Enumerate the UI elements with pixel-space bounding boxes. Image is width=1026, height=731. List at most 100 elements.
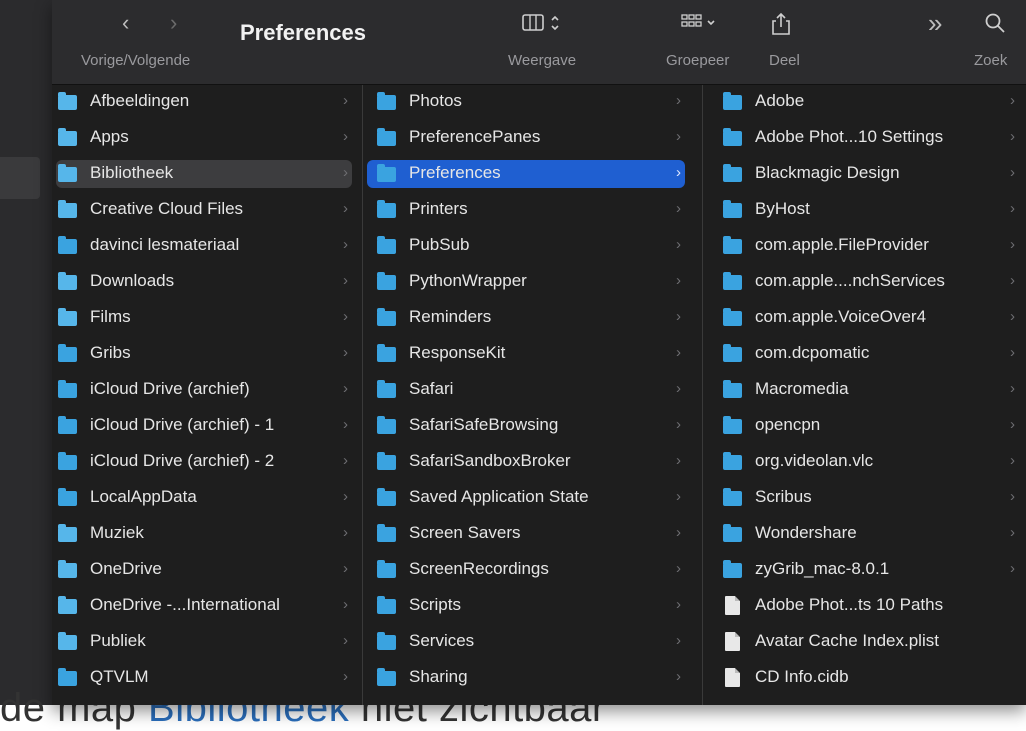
item-label: opencpn — [755, 415, 821, 434]
list-item[interactable]: LocalAppData › — [56, 484, 352, 512]
folder-icon — [377, 524, 396, 542]
list-item[interactable]: com.apple.VoiceOver4 › — [707, 304, 1019, 332]
list-item[interactable]: QTVLM › — [56, 664, 352, 692]
list-item[interactable]: ByHost › — [707, 196, 1019, 224]
chevron-right-icon: › — [343, 416, 348, 433]
list-item[interactable]: Macromedia › — [707, 376, 1019, 404]
folder-icon — [377, 632, 396, 650]
item-label: PubSub — [409, 235, 470, 254]
list-item[interactable]: com.apple....nchServices › — [707, 268, 1019, 296]
list-item[interactable]: Bibliotheek › — [56, 160, 352, 188]
chevron-right-icon: › — [676, 416, 681, 433]
chevron-right-icon: › — [676, 236, 681, 253]
list-item[interactable]: Muziek › — [56, 520, 352, 548]
list-item[interactable]: Photos › — [367, 88, 685, 116]
chevron-right-icon: › — [343, 668, 348, 685]
list-item[interactable]: Avatar Cache Index.plist — [707, 628, 1019, 656]
list-item[interactable]: Scripts › — [367, 592, 685, 620]
chevron-right-icon: › — [676, 344, 681, 361]
item-label: ResponseKit — [409, 343, 506, 362]
background-selection — [0, 157, 40, 199]
list-item[interactable]: OneDrive -...International › — [56, 592, 352, 620]
list-item[interactable]: iCloud Drive (archief) - 1 › — [56, 412, 352, 440]
item-label: zyGrib_mac-8.0.1 — [755, 559, 890, 578]
item-label: iCloud Drive (archief) - 2 — [90, 451, 275, 470]
forward-icon[interactable]: › — [170, 10, 177, 36]
file-icon — [725, 632, 740, 651]
list-item[interactable]: Printers › — [367, 196, 685, 224]
list-item[interactable]: Creative Cloud Files › — [56, 196, 352, 224]
chevron-right-icon: › — [343, 524, 348, 541]
window-title: Preferences — [240, 20, 366, 45]
item-label: Adobe Phot...10 Settings — [755, 127, 944, 146]
list-item[interactable]: Afbeeldingen › — [56, 88, 352, 116]
list-item[interactable]: Publiek › — [56, 628, 352, 656]
list-item[interactable]: Saved Application State › — [367, 484, 685, 512]
chevron-right-icon: › — [343, 236, 348, 253]
list-item[interactable]: com.dcpomatic › — [707, 340, 1019, 368]
folder-icon — [723, 380, 742, 398]
music-folder-icon — [58, 524, 77, 542]
chevron-right-icon: › — [343, 164, 348, 181]
more-icon[interactable]: » — [928, 8, 942, 39]
list-item[interactable]: Preferences › — [367, 160, 685, 188]
list-item[interactable]: Screen Savers › — [367, 520, 685, 548]
file-icon — [725, 596, 740, 615]
list-item[interactable]: PreferencePanes › — [367, 124, 685, 152]
list-item[interactable]: Blackmagic Design › — [707, 160, 1019, 188]
chevron-right-icon: › — [1010, 488, 1015, 505]
item-label: com.dcpomatic — [755, 343, 870, 362]
chevron-right-icon: › — [1010, 560, 1015, 577]
list-item[interactable]: Downloads › — [56, 268, 352, 296]
list-item[interactable]: SafariSafeBrowsing › — [367, 412, 685, 440]
list-item[interactable]: Safari › — [367, 376, 685, 404]
list-item[interactable]: com.apple.FileProvider › — [707, 232, 1019, 260]
folder-icon — [723, 308, 742, 326]
list-item[interactable]: zyGrib_mac-8.0.1 › — [707, 556, 1019, 584]
list-item[interactable]: CD Info.cidb — [707, 664, 1019, 692]
item-label: Adobe Phot...ts 10 Paths — [755, 595, 944, 614]
chevron-right-icon: › — [1010, 344, 1015, 361]
list-item[interactable]: ScreenRecordings › — [367, 556, 685, 584]
item-label: Afbeeldingen — [90, 91, 190, 110]
folder-icon — [723, 200, 742, 218]
list-item[interactable]: Adobe › — [707, 88, 1019, 116]
item-label: Blackmagic Design — [755, 163, 900, 182]
list-item[interactable]: opencpn › — [707, 412, 1019, 440]
chevron-right-icon: › — [676, 596, 681, 613]
apps-folder-icon — [58, 128, 77, 146]
list-item[interactable]: Scribus › — [707, 484, 1019, 512]
list-item[interactable]: Reminders › — [367, 304, 685, 332]
list-item[interactable]: iCloud Drive (archief) › — [56, 376, 352, 404]
item-label: Adobe — [755, 91, 805, 110]
list-item[interactable]: iCloud Drive (archief) - 2 › — [56, 448, 352, 476]
chevron-right-icon: › — [1010, 164, 1015, 181]
search-icon[interactable] — [984, 12, 1006, 40]
list-item[interactable]: Gribs › — [56, 340, 352, 368]
downloads-folder-icon — [58, 272, 77, 290]
list-item[interactable]: PythonWrapper › — [367, 268, 685, 296]
column-view-icon[interactable] — [522, 12, 566, 40]
list-item[interactable]: davinci lesmateriaal › — [56, 232, 352, 260]
list-item[interactable]: Apps › — [56, 124, 352, 152]
list-item[interactable]: Adobe Phot...10 Settings › — [707, 124, 1019, 152]
list-item[interactable]: SafariSandboxBroker › — [367, 448, 685, 476]
chevron-right-icon: › — [676, 200, 681, 217]
list-item[interactable]: PubSub › — [367, 232, 685, 260]
column-home: Afbeeldingen › Apps › Bibliotheek › Creative C… — [52, 85, 360, 705]
list-item[interactable]: Sharing › — [367, 664, 685, 692]
list-item[interactable]: ResponseKit › — [367, 340, 685, 368]
item-label: org.videolan.vlc — [755, 451, 874, 470]
list-item[interactable]: Films › — [56, 304, 352, 332]
folder-icon — [58, 668, 77, 686]
list-item[interactable]: Wondershare › — [707, 520, 1019, 548]
chevron-right-icon: › — [676, 524, 681, 541]
list-item[interactable]: org.videolan.vlc › — [707, 448, 1019, 476]
share-icon[interactable] — [770, 12, 792, 42]
chevron-right-icon: › — [676, 164, 681, 181]
list-item[interactable]: Adobe Phot...ts 10 Paths — [707, 592, 1019, 620]
list-item[interactable]: OneDrive › — [56, 556, 352, 584]
back-icon[interactable]: ‹ — [122, 10, 129, 36]
list-item[interactable]: Services › — [367, 628, 685, 656]
group-icon[interactable] — [680, 12, 720, 40]
